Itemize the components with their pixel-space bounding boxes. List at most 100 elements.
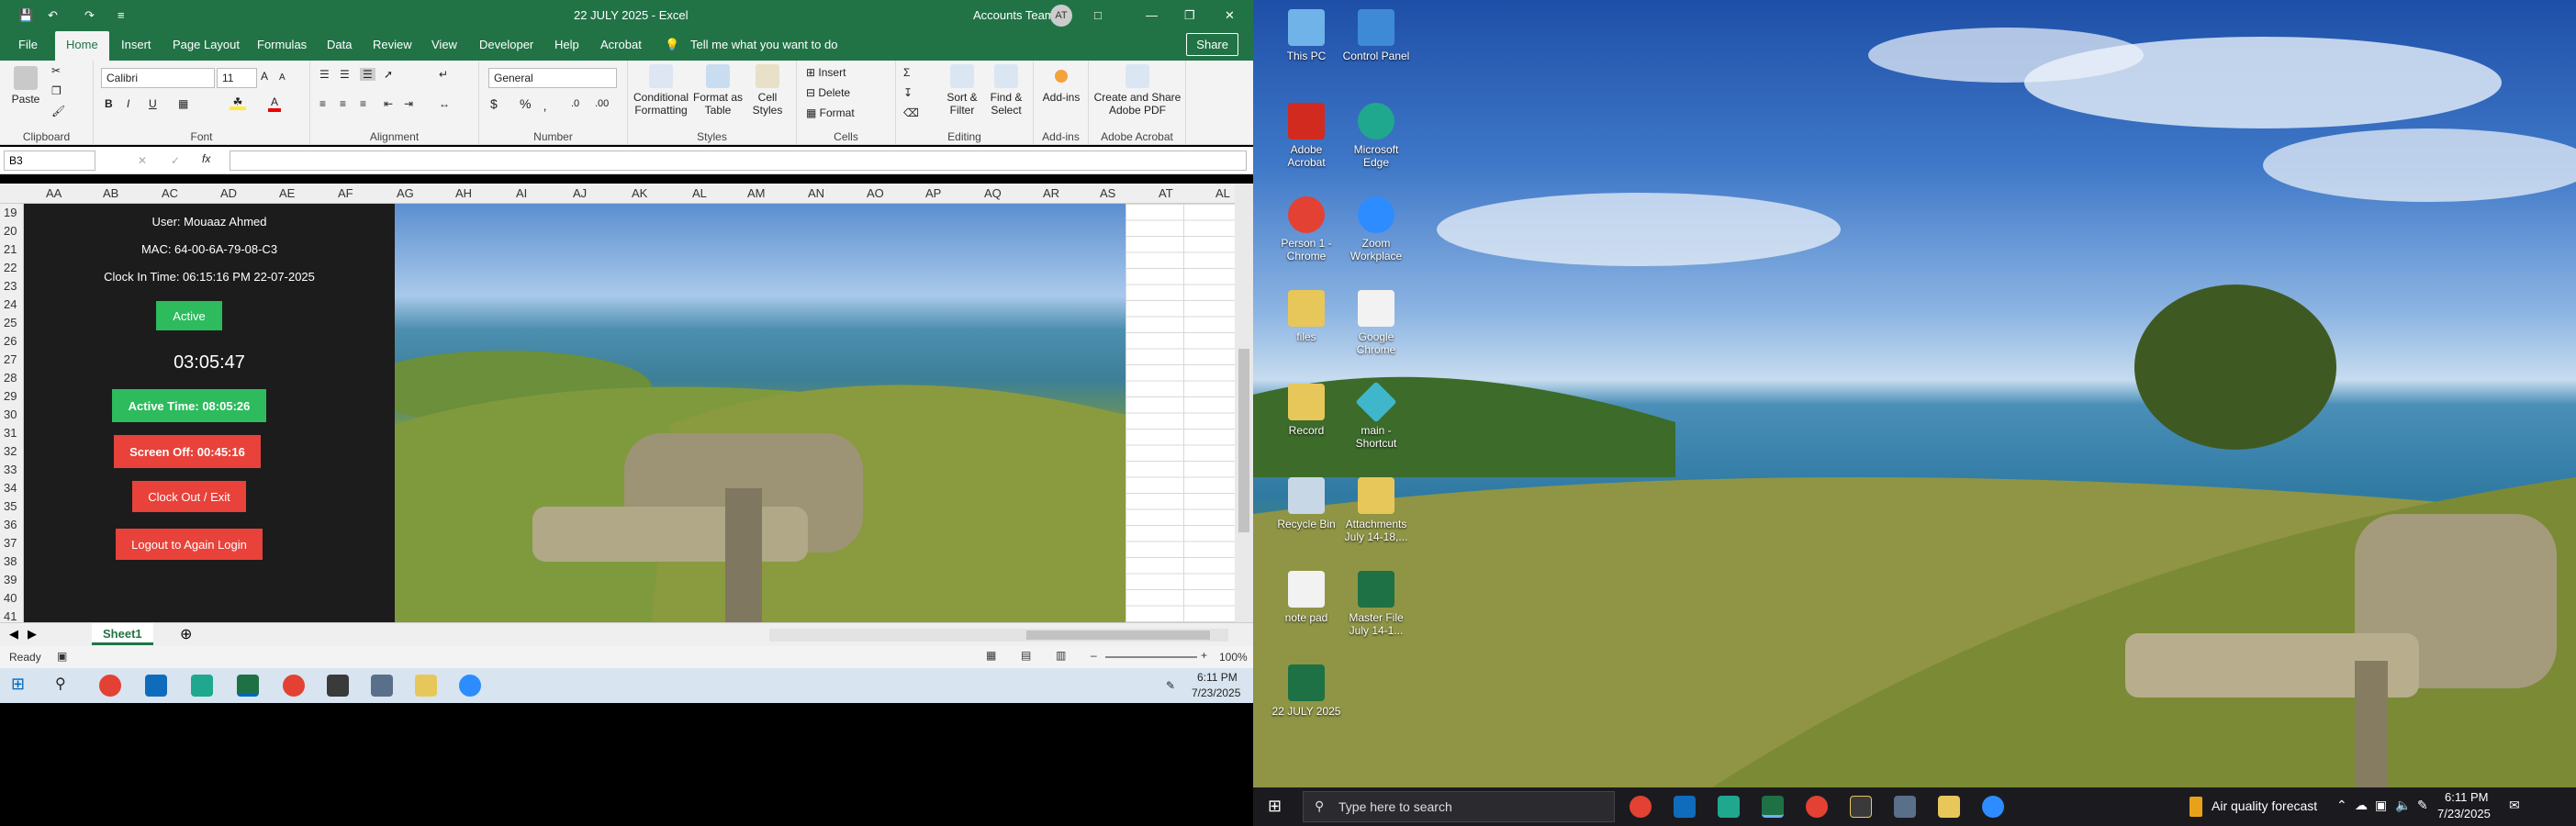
row-header[interactable]: 24 — [4, 297, 17, 311]
notification-icon[interactable]: ✉ — [2509, 798, 2520, 813]
row-header[interactable]: 21 — [4, 242, 17, 256]
horizontal-scrollbar[interactable] — [769, 629, 1228, 642]
row-header[interactable]: 19 — [4, 206, 17, 219]
pen-icon[interactable]: ✎ — [2417, 798, 2428, 813]
desktop-icon-attachments[interactable]: Attachments July 14-18,... — [1341, 477, 1411, 543]
minimize-icon[interactable]: — — [1146, 8, 1158, 22]
excel-icon[interactable] — [237, 675, 259, 697]
row-header[interactable]: 39 — [4, 573, 17, 586]
share-button[interactable]: Share — [1186, 33, 1238, 56]
addins-button[interactable]: Add-ins — [1041, 64, 1081, 104]
clock-out-button[interactable]: Clock Out / Exit — [132, 481, 246, 512]
align-center-icon[interactable]: ≡ — [340, 97, 346, 110]
column-header[interactable]: AP — [925, 186, 941, 200]
conditional-formatting-button[interactable]: Conditional Formatting — [633, 64, 689, 117]
page-layout-view-icon[interactable]: ▤ — [1021, 649, 1031, 662]
bold-icon[interactable]: B — [105, 97, 113, 110]
grow-font-icon[interactable]: A — [261, 70, 268, 83]
page-break-view-icon[interactable]: ▥ — [1056, 649, 1066, 662]
customize-toolbar-icon[interactable]: ≡ — [118, 8, 125, 22]
weather-text[interactable]: Air quality forecast — [2212, 798, 2317, 813]
volume-icon[interactable]: 🔈 — [2395, 798, 2411, 813]
column-header[interactable]: AH — [455, 186, 472, 200]
start-icon[interactable]: ⊞ — [11, 675, 33, 697]
desktop-icon-files[interactable]: files — [1271, 290, 1341, 343]
desktop-icon-this-pc[interactable]: This PC — [1271, 9, 1341, 62]
edge-icon[interactable] — [191, 675, 213, 697]
column-header[interactable]: AR — [1043, 186, 1059, 200]
desktop-icon-chrome-person[interactable]: Person 1 - Chrome — [1271, 196, 1341, 262]
decrease-indent-icon[interactable]: ⇤ — [384, 97, 393, 110]
macro-record-icon[interactable]: ▣ — [57, 650, 67, 663]
column-header[interactable]: AS — [1100, 186, 1115, 200]
shrink-font-icon[interactable]: A — [279, 72, 286, 84]
sticky-notes-icon[interactable] — [327, 675, 349, 697]
column-header[interactable]: AA — [46, 186, 62, 200]
row-header[interactable]: 41 — [4, 609, 17, 623]
orientation-icon[interactable]: ➚ — [384, 68, 393, 81]
desktop-icon-edge[interactable]: Microsoft Edge — [1341, 103, 1411, 169]
cut-icon[interactable]: ✂ — [51, 64, 61, 77]
comma-icon[interactable]: ‚ — [543, 99, 546, 112]
file-explorer-icon[interactable] — [1938, 796, 1960, 818]
pen-icon[interactable]: ✎ — [1166, 679, 1175, 692]
percent-icon[interactable]: % — [520, 97, 531, 110]
enter-icon[interactable]: ✓ — [171, 154, 180, 167]
row-header[interactable]: 40 — [4, 591, 17, 605]
tab-acrobat[interactable]: Acrobat — [600, 38, 642, 51]
column-header[interactable]: AF — [338, 186, 353, 200]
spreadsheet-grid[interactable] — [1126, 204, 1235, 622]
fill-color-icon[interactable]: ☘ — [230, 95, 246, 110]
align-right-icon[interactable]: ≡ — [360, 97, 366, 110]
tab-insert[interactable]: Insert — [121, 38, 151, 51]
scroll-thumb[interactable] — [1238, 349, 1249, 532]
desktop-icon-master-file[interactable]: Master File July 14-1... — [1341, 571, 1411, 637]
cell-styles-button[interactable]: Cell Styles — [747, 64, 788, 117]
tab-developer[interactable]: Developer — [479, 38, 533, 51]
tab-home[interactable]: Home — [55, 31, 109, 61]
desktop-icon-google-chrome[interactable]: Google Chrome — [1341, 290, 1411, 356]
zoom-in-icon[interactable]: + — [1201, 649, 1207, 662]
sticky-notes-icon[interactable] — [1850, 796, 1872, 818]
next-sheet-icon[interactable]: ▶ — [28, 627, 37, 642]
find-select-button[interactable]: Find & Select — [986, 64, 1026, 117]
sort-filter-button[interactable]: Sort & Filter — [942, 64, 982, 117]
normal-view-icon[interactable]: ▦ — [986, 649, 996, 662]
hscroll-thumb[interactable] — [1026, 631, 1210, 640]
row-header[interactable]: 29 — [4, 389, 17, 403]
insert-function-icon[interactable]: fx — [202, 152, 210, 165]
zoom-icon[interactable] — [459, 675, 481, 697]
maximize-icon[interactable]: ❐ — [1184, 8, 1195, 23]
sheet-tab[interactable]: Sheet1 — [92, 623, 153, 645]
column-header[interactable]: AQ — [984, 186, 1002, 200]
column-header[interactable]: AL — [1215, 186, 1230, 200]
tell-me-search[interactable]: Tell me what you want to do — [690, 38, 837, 51]
row-header[interactable]: 34 — [4, 481, 17, 495]
tab-data[interactable]: Data — [327, 38, 352, 51]
row-header[interactable]: 33 — [4, 463, 17, 476]
tab-view[interactable]: View — [431, 38, 457, 51]
undo-icon[interactable]: ↶ — [48, 8, 58, 23]
row-header[interactable]: 25 — [4, 316, 17, 329]
logout-button[interactable]: Logout to Again Login — [116, 529, 263, 560]
cancel-icon[interactable]: ✕ — [138, 154, 147, 167]
desktop-icon-22-july[interactable]: 22 JULY 2025 — [1271, 664, 1341, 718]
number-format-box[interactable]: General — [488, 68, 617, 88]
desktop-icon-zoom[interactable]: Zoom Workplace — [1341, 196, 1411, 262]
account-name[interactable]: Accounts Team — [973, 8, 1055, 22]
align-bottom-icon[interactable]: ☰ — [360, 68, 375, 81]
row-header[interactable]: 31 — [4, 426, 17, 440]
redo-icon[interactable]: ↷ — [84, 8, 95, 23]
merge-center-icon[interactable]: ↔ — [439, 97, 450, 110]
column-header[interactable]: AC — [162, 186, 178, 200]
wrap-text-icon[interactable]: ↵ — [439, 68, 448, 81]
chrome-icon[interactable] — [1630, 796, 1652, 818]
close-icon[interactable]: ✕ — [1225, 8, 1235, 23]
format-painter-icon[interactable]: 🖌 — [51, 105, 65, 117]
avatar[interactable]: AT — [1050, 5, 1072, 27]
fill-icon[interactable]: ↧ — [903, 86, 913, 99]
tab-file[interactable]: File — [18, 38, 38, 51]
row-header[interactable]: 26 — [4, 334, 17, 348]
row-header[interactable]: 38 — [4, 554, 17, 568]
calculator-icon[interactable] — [1894, 796, 1916, 818]
